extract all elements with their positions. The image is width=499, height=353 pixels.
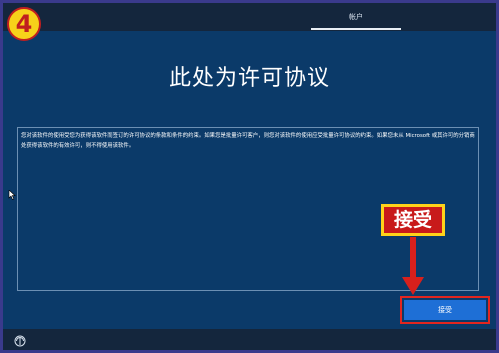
- ease-of-access-icon[interactable]: [14, 335, 26, 347]
- top-bar: 帐户: [3, 3, 496, 31]
- oobe-window: 帐户 4 此处为许可协议 您对该软件的使用受您为获得该软件而签订的许可协议的条款…: [0, 0, 499, 353]
- step-number-badge-icon: 4: [7, 7, 41, 41]
- bottom-bar: [3, 329, 496, 350]
- license-text: 您对该软件的使用受您为获得该软件而签订的许可协议的条款和条件的约束。如果您是批量…: [21, 133, 475, 149]
- accept-button-label: 接受: [404, 300, 486, 320]
- accept-callout-label: 接受: [381, 204, 445, 236]
- page-title: 此处为许可协议: [168, 66, 330, 91]
- accept-button[interactable]: 接受: [400, 296, 490, 324]
- tab-account[interactable]: 帐户: [311, 10, 401, 30]
- tab-active-underline: [311, 28, 401, 30]
- down-arrow-icon: [402, 237, 424, 295]
- tab-account-label: 帐户: [349, 13, 363, 21]
- mouse-pointer-icon: [8, 190, 16, 200]
